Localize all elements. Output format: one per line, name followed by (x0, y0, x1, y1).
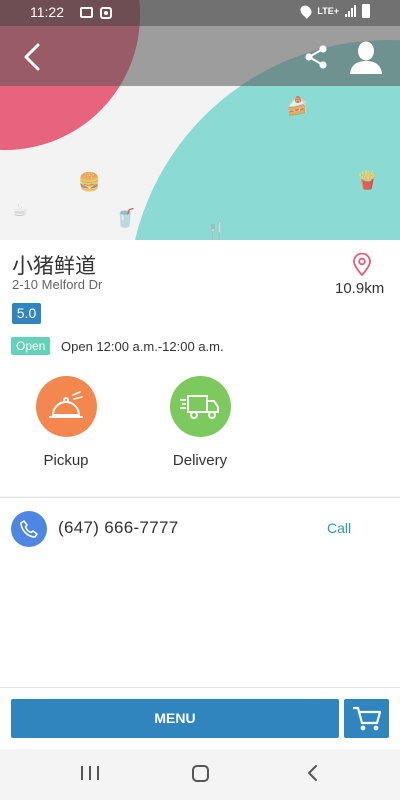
food-doodle-icon: 🍴 (205, 222, 228, 240)
call-link[interactable]: Call (327, 520, 351, 536)
opening-hours: Open 12:00 a.m.-12:00 a.m. (61, 339, 224, 354)
home-icon[interactable] (192, 765, 209, 782)
restaurant-info: 小猪鲜道 2-10 Melford Dr 10.9km 5.0 Open Ope… (0, 240, 400, 496)
location-pin-icon (353, 253, 371, 277)
gallery-notification-icon (80, 7, 93, 18)
open-status-badge: Open (11, 337, 51, 355)
restaurant-name: 小猪鲜道 (12, 254, 96, 278)
phone-number: (647) 666-7777 (58, 518, 179, 537)
restaurant-address: 2-10 Melford Dr (12, 277, 103, 292)
food-doodle-icon: 🥤 (114, 208, 137, 228)
bottom-action-bar: MENU (0, 687, 400, 749)
signal-icon (345, 5, 356, 17)
menu-button[interactable]: MENU (11, 699, 339, 738)
cart-icon (352, 706, 381, 730)
cloche-icon (49, 390, 83, 418)
distance: 10.9km (335, 280, 385, 297)
app-bar (0, 26, 400, 86)
delivery-circle (169, 376, 231, 437)
recent-apps-icon[interactable] (81, 766, 99, 780)
cart-button[interactable] (344, 699, 389, 738)
food-doodle-icon: ☕ (12, 200, 29, 220)
delivery-label: Delivery (172, 452, 228, 469)
screen-record-icon (100, 7, 112, 19)
status-time: 11:22 (30, 4, 64, 20)
phone-handset-icon (20, 520, 38, 538)
pickup-option[interactable]: Pickup (26, 376, 106, 469)
delivery-option[interactable]: Delivery (160, 376, 240, 469)
phone-row: (647) 666-7777 Call (0, 497, 400, 557)
system-nav-bar (0, 749, 400, 800)
user-profile-icon[interactable] (350, 40, 382, 74)
back-arrow-icon[interactable] (18, 42, 48, 72)
food-doodle-icon: 🍟 (356, 170, 379, 190)
content-spacer (0, 557, 400, 687)
truck-icon (180, 394, 219, 419)
share-icon[interactable] (303, 44, 329, 70)
food-doodle-icon: 🍔 (78, 172, 101, 192)
pickup-label: Pickup (43, 452, 89, 469)
phone-icon[interactable] (11, 511, 47, 547)
location-status-icon (298, 3, 315, 19)
status-bar: 11:22 LTE+ (0, 0, 400, 26)
network-type: LTE+ (317, 6, 339, 16)
battery-icon (362, 4, 370, 18)
food-doodle-icon: 🍰 (286, 96, 309, 116)
system-back-icon[interactable] (305, 764, 321, 782)
pickup-circle (35, 376, 97, 437)
status-icons: LTE+ (298, 3, 370, 19)
rating-badge: 5.0 (12, 303, 41, 324)
